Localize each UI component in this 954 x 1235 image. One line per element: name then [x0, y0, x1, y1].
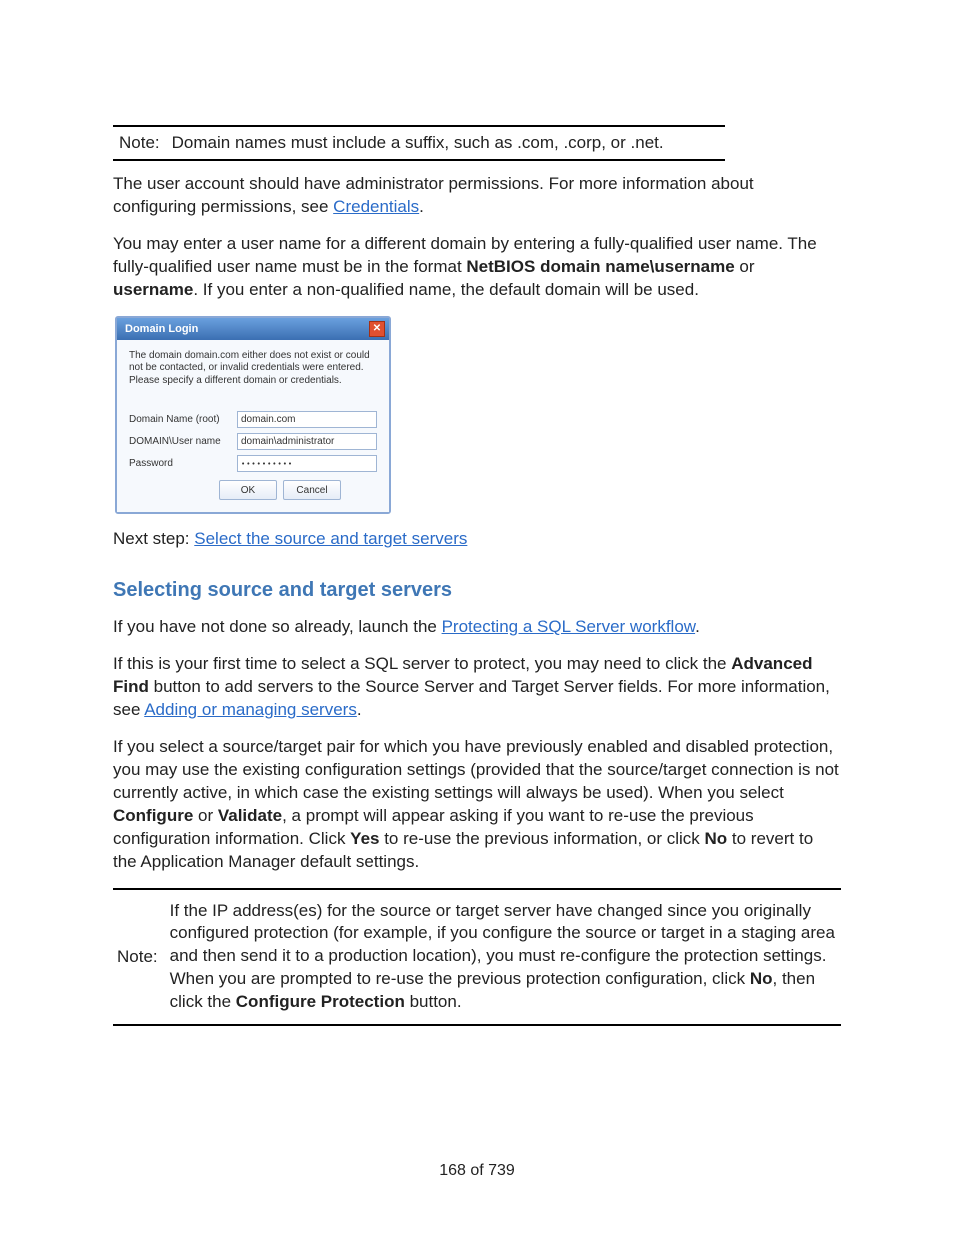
input-password[interactable]: •••••••••• [237, 455, 377, 472]
label-password: Password [129, 458, 231, 469]
note-label: Note: [113, 947, 158, 967]
page-number: 168 of 739 [0, 1162, 954, 1180]
dialog-message: The domain domain.com either does not ex… [129, 350, 377, 388]
row-domain: Domain Name (root) domain.com [129, 411, 377, 428]
label-user: DOMAIN\User name [129, 436, 231, 447]
domain-login-dialog: Domain Login ✕ The domain domain.com eit… [115, 316, 391, 515]
paragraph-username-format: You may enter a user name for a differen… [113, 233, 841, 302]
link-next-step[interactable]: Select the source and target servers [194, 529, 467, 548]
dialog-buttons: OK Cancel [129, 480, 377, 500]
note-body: If the IP address(es) for the source or … [170, 900, 841, 1015]
input-user[interactable]: domain\administrator [237, 433, 377, 450]
link-credentials[interactable]: Credentials [333, 197, 419, 216]
label-domain: Domain Name (root) [129, 414, 231, 425]
input-domain[interactable]: domain.com [237, 411, 377, 428]
paragraph-launch-workflow: If you have not done so already, launch … [113, 616, 841, 639]
dialog-body: The domain domain.com either does not ex… [117, 340, 389, 513]
row-password: Password •••••••••• [129, 455, 377, 472]
note-text: Domain names must include a suffix, such… [172, 133, 664, 153]
dialog-title-text: Domain Login [125, 323, 198, 335]
cancel-button[interactable]: Cancel [283, 480, 341, 500]
paragraph-advanced-find: If this is your first time to select a S… [113, 653, 841, 722]
note-label: Note: [119, 133, 160, 153]
bold-netbios: NetBIOS domain name\username [466, 257, 734, 276]
note-box-ip-change: Note: If the IP address(es) for the sour… [113, 888, 841, 1027]
link-managing-servers[interactable]: Adding or managing servers [144, 700, 357, 719]
paragraph-permissions: The user account should have administrat… [113, 173, 841, 219]
bold-username: username [113, 280, 193, 299]
row-user: DOMAIN\User name domain\administrator [129, 433, 377, 450]
dialog-titlebar: Domain Login ✕ [117, 318, 389, 340]
note-box-domain-suffix: Note: Domain names must include a suffix… [113, 125, 725, 161]
link-workflow[interactable]: Protecting a SQL Server workflow [442, 617, 696, 636]
ok-button[interactable]: OK [219, 480, 277, 500]
document-page: Note: Domain names must include a suffix… [0, 0, 954, 1235]
heading-selecting-servers: Selecting source and target servers [113, 579, 841, 602]
close-icon[interactable]: ✕ [369, 321, 385, 337]
next-step: Next step: Select the source and target … [113, 528, 841, 551]
paragraph-reuse-config: If you select a source/target pair for w… [113, 736, 841, 874]
